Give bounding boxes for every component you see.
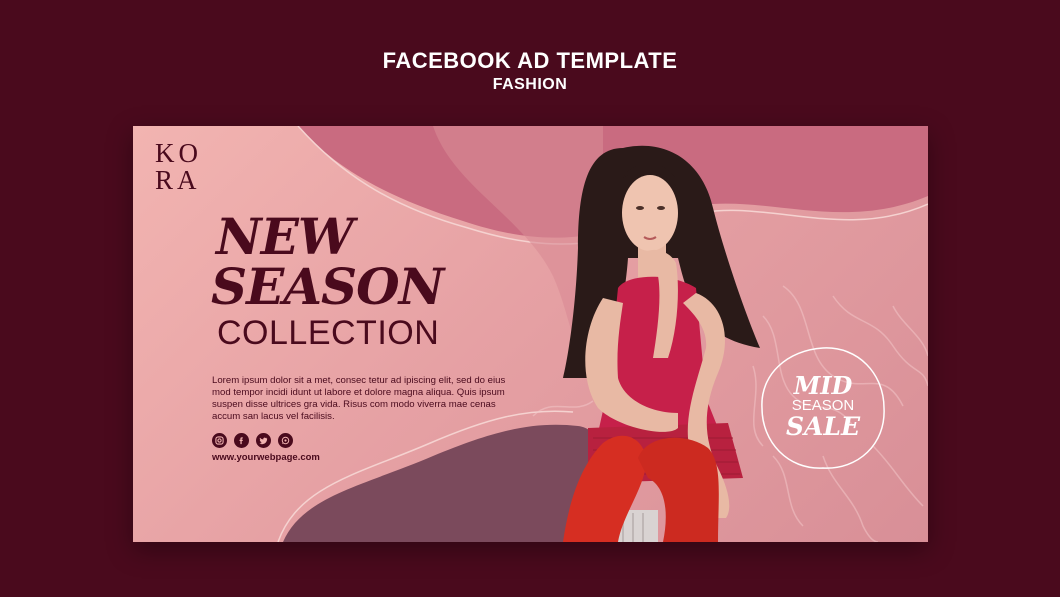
whatsapp-icon[interactable] bbox=[278, 433, 293, 448]
ad-banner: KO RA NEW SEASON COLLECTION Lorem ipsum … bbox=[133, 126, 928, 542]
social-links bbox=[212, 433, 293, 448]
headline: NEW SEASON bbox=[211, 207, 444, 316]
header-subtitle: FASHION bbox=[492, 76, 568, 93]
collection-label: COLLECTION bbox=[217, 314, 440, 352]
logo-line-1: KO bbox=[155, 138, 202, 168]
headline-line-1: NEW bbox=[216, 207, 354, 266]
instagram-icon[interactable] bbox=[212, 433, 227, 448]
header-title: FACEBOOK AD TEMPLATE bbox=[382, 48, 678, 73]
logo-line-2: RA bbox=[155, 165, 201, 195]
brand-logo: KO RA bbox=[155, 140, 215, 194]
headline-line-2: SEASON bbox=[211, 257, 444, 316]
sale-line-1: MID bbox=[793, 371, 853, 400]
facebook-icon[interactable] bbox=[234, 433, 249, 448]
sale-badge: MID SEASON SALE bbox=[758, 344, 888, 472]
website-link[interactable]: www.yourwebpage.com bbox=[212, 452, 320, 463]
model-photo bbox=[563, 145, 760, 542]
twitter-icon[interactable] bbox=[256, 433, 271, 448]
body-copy: Lorem ipsum dolor sit a met, consec tetu… bbox=[212, 375, 506, 422]
sale-line-3: SALE bbox=[785, 412, 861, 441]
